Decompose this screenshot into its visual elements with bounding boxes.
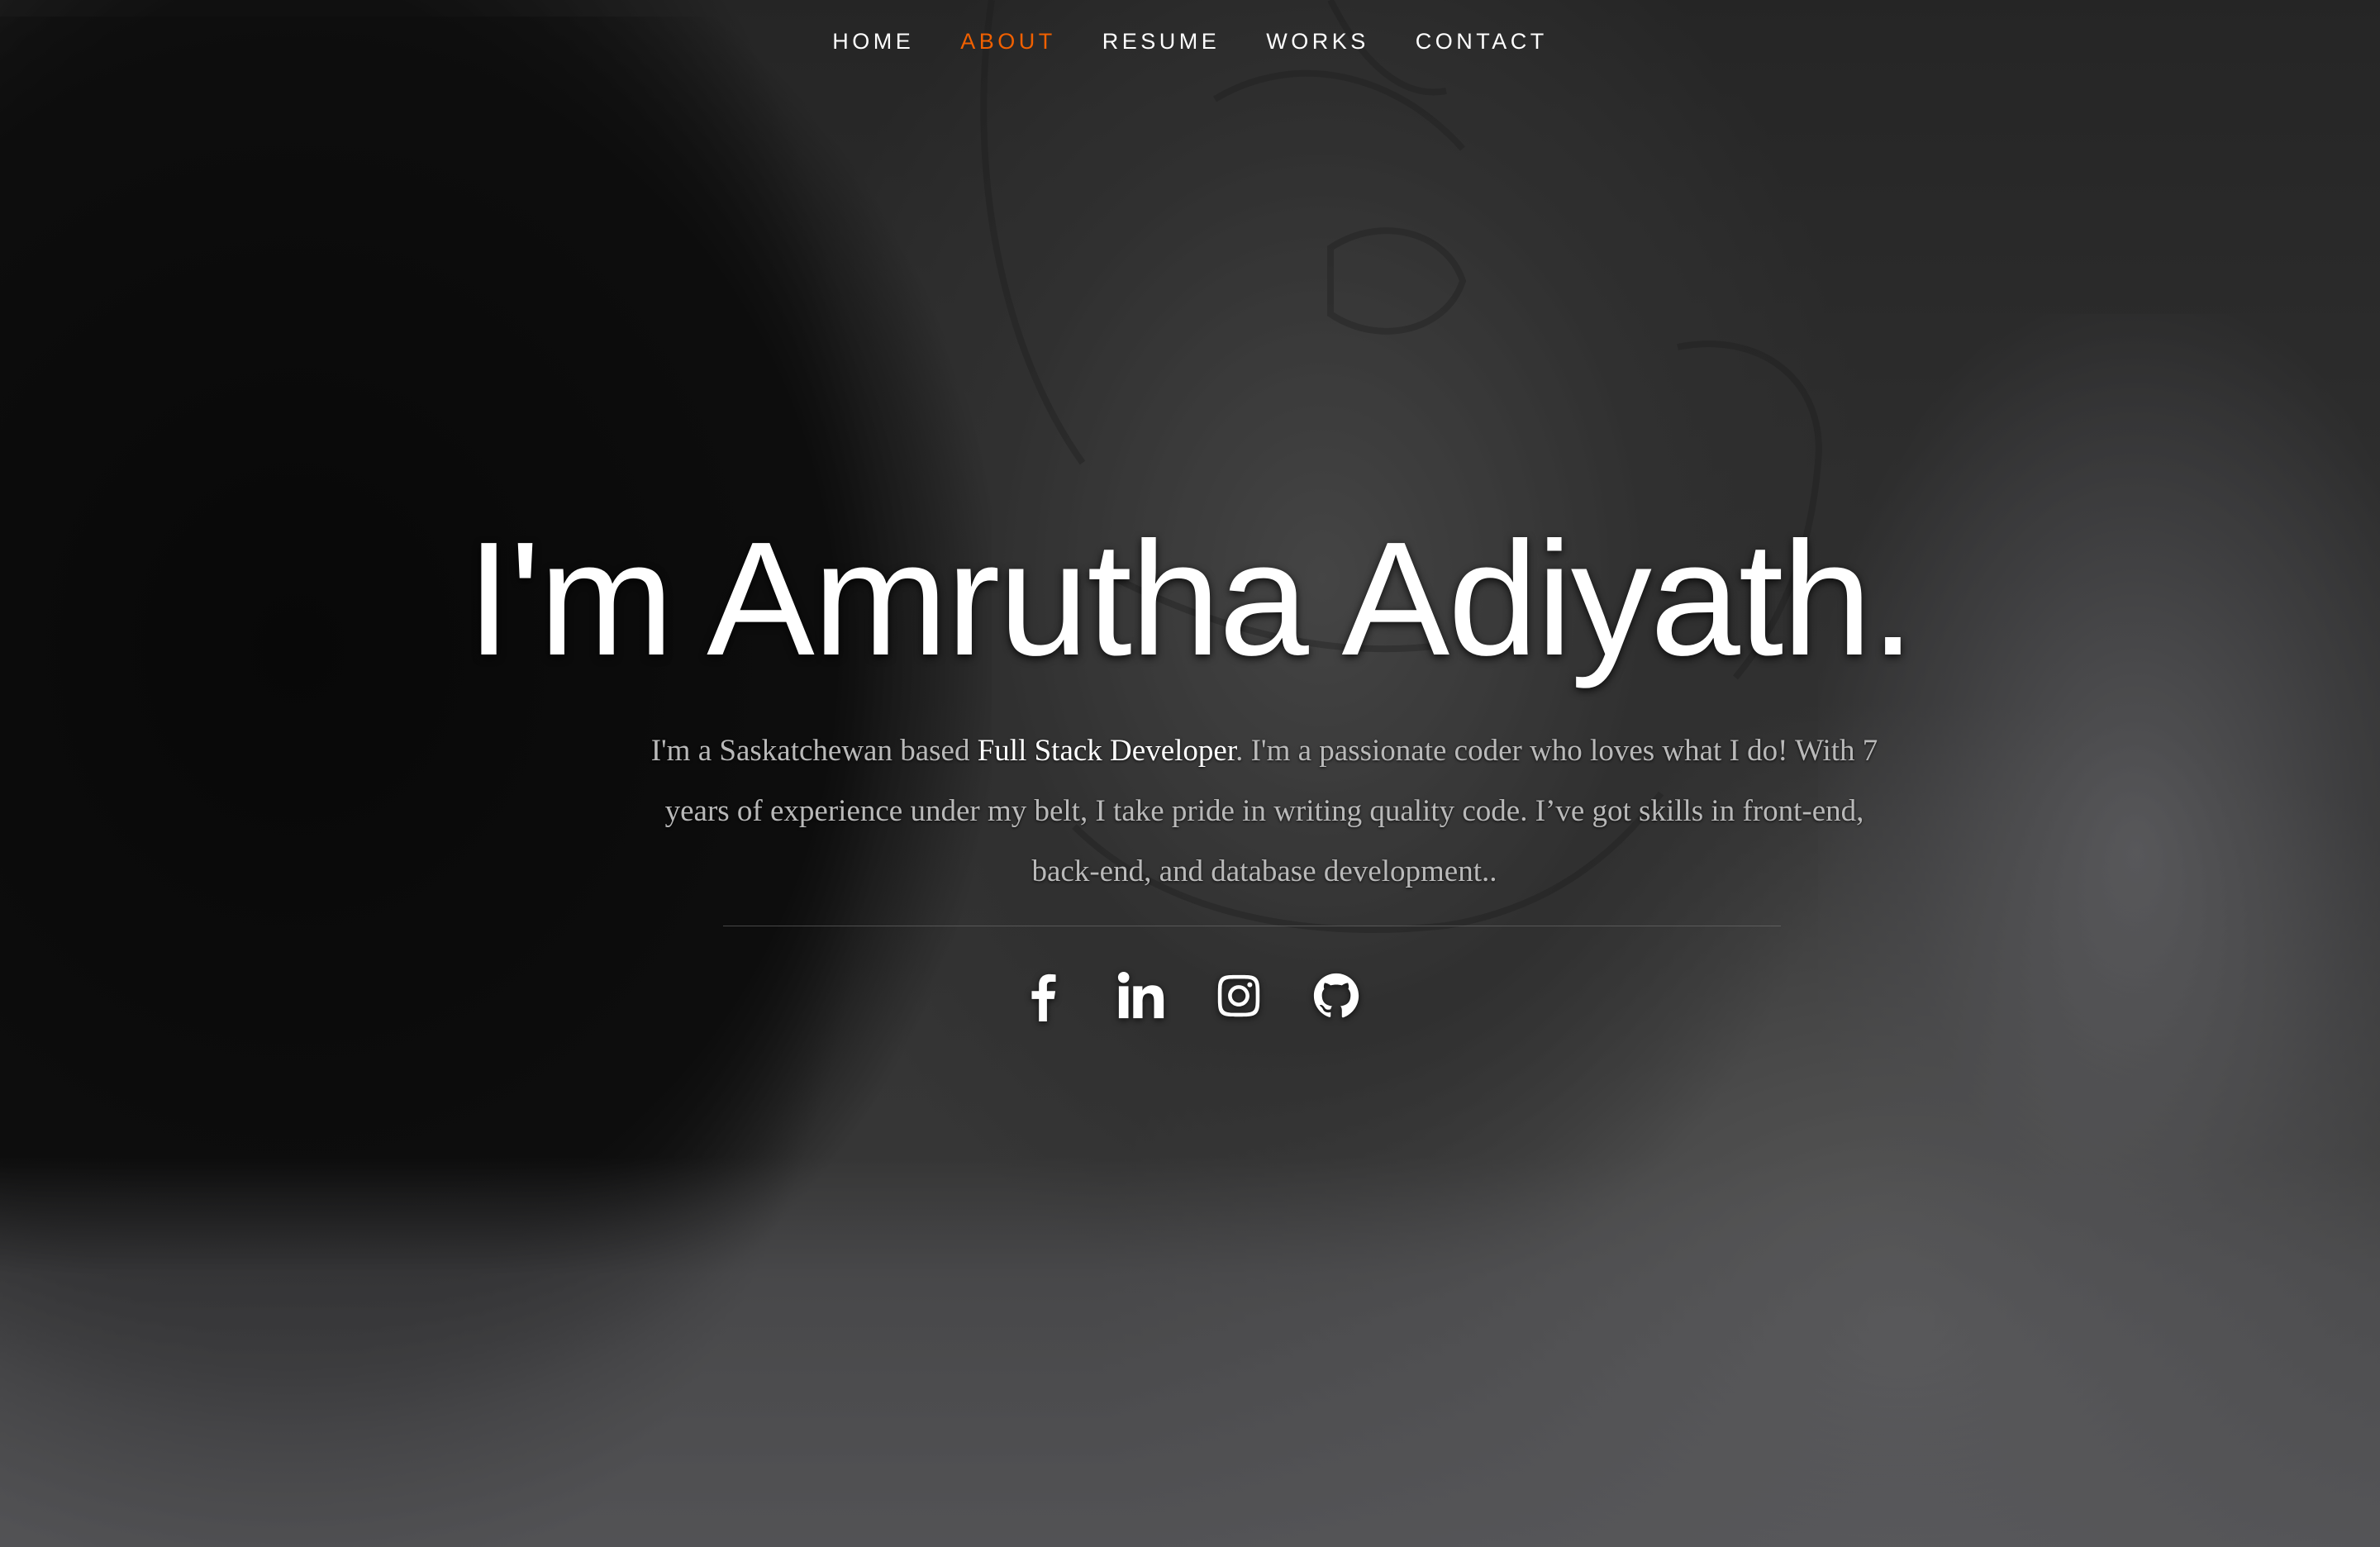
linkedin-icon — [1117, 971, 1164, 1019]
nav-contact[interactable]: Contact — [1416, 29, 1548, 54]
intro-text-before: I'm a Saskatchewan based — [650, 734, 978, 768]
intro-highlight: Full Stack Developer — [977, 734, 1236, 768]
instagram-link[interactable] — [1212, 967, 1265, 1025]
hero-title: I'm Amrutha Adiyath. — [466, 508, 1915, 689]
instagram-icon — [1217, 974, 1260, 1017]
social-links — [0, 967, 2380, 1025]
facebook-link[interactable] — [1017, 967, 1070, 1025]
nav-resume[interactable]: Resume — [1102, 29, 1221, 54]
main-nav: Home About Resume Works Contact — [0, 0, 2380, 83]
nav-about[interactable]: About — [960, 29, 1056, 54]
nav-works[interactable]: Works — [1266, 29, 1369, 54]
github-icon — [1313, 973, 1359, 1018]
nav-home[interactable]: Home — [832, 29, 914, 54]
facebook-icon — [1031, 973, 1056, 1021]
linkedin-link[interactable] — [1115, 967, 1168, 1025]
github-link[interactable] — [1310, 967, 1363, 1025]
hero-intro: I'm a Saskatchewan based Full Stack Deve… — [628, 721, 1901, 902]
hero-section: Home About Resume Works Contact I'm Amru… — [0, 0, 2380, 1547]
nav-list: Home About Resume Works Contact — [832, 29, 1548, 55]
